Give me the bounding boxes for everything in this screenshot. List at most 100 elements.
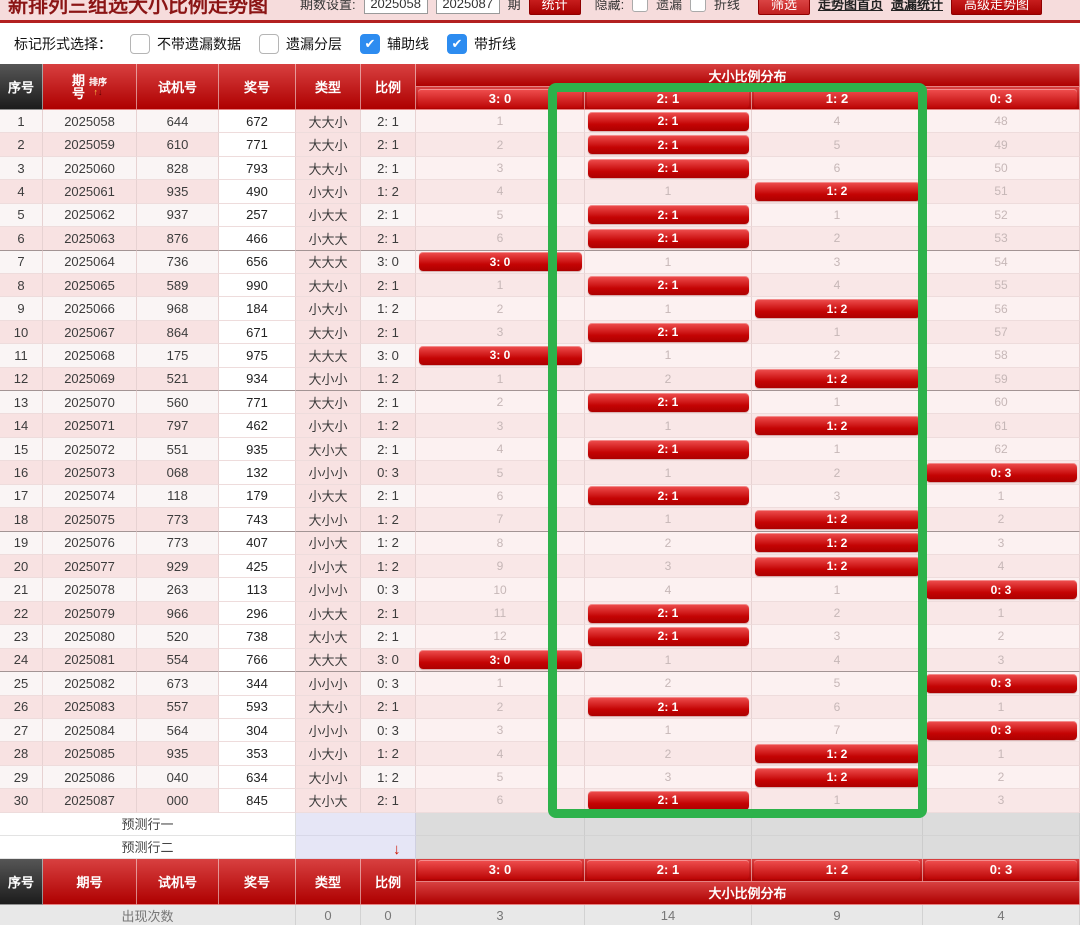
omission-count: 2 [497, 302, 504, 316]
dist-cell: 2 [923, 625, 1080, 648]
hide-omission-checkbox[interactable] [632, 0, 648, 12]
test-number-cell: 935 [137, 742, 219, 765]
omission-count: 2 [665, 536, 672, 550]
dist-cell: 3 [752, 485, 923, 508]
option-omission-layers[interactable]: ✔ 遗漏分层 [259, 34, 342, 54]
checkbox-icon[interactable]: ✔ [360, 34, 380, 54]
option-guide-lines[interactable]: ✔ 辅助线 [360, 34, 429, 54]
row-index-cell: 16 [0, 461, 43, 484]
header-period[interactable]: 期号 排序 ↑↓ [43, 64, 137, 110]
option-polyline[interactable]: ✔ 带折线 [447, 34, 516, 54]
ratio-pill: 1: 2 [755, 416, 920, 435]
sort-arrows-icon[interactable]: ↑↓ [94, 87, 103, 97]
omission-count: 1 [665, 723, 672, 737]
omission-count: 1 [497, 676, 504, 690]
dist-cell: 52 [923, 204, 1080, 227]
period-cell: 2025061 [43, 180, 137, 203]
dist-cell: 2: 1 [585, 110, 752, 133]
prize-number-cell: 672 [219, 110, 296, 133]
link-omission-stats[interactable]: 遗漏统计 [891, 0, 943, 13]
advanced-chart-button[interactable]: 高级走势图 [951, 0, 1042, 15]
test-number-cell: 864 [137, 321, 219, 344]
prize-number-cell: 353 [219, 742, 296, 765]
prize-number-cell: 990 [219, 274, 296, 297]
dist-cell: 53 [923, 227, 1080, 250]
prediction-dist-cell [416, 836, 585, 859]
omission-count: 61 [994, 419, 1007, 433]
omission-count: 62 [994, 442, 1007, 456]
ratio-pill: 1: 2 [755, 768, 920, 787]
dist-cell: 1 [752, 438, 923, 461]
omission-count: 2 [998, 512, 1005, 526]
dist-cell: 61 [923, 414, 1080, 437]
link-trend-home[interactable]: 走势图首页 [818, 0, 883, 13]
omission-count: 1 [834, 208, 841, 222]
type-cell: 大大大 [296, 649, 361, 672]
hide-line-label: 折线 [714, 0, 740, 13]
ratio-cell: 2: 1 [361, 204, 416, 227]
ratio-cell: 0: 3 [361, 578, 416, 601]
omission-count: 10 [493, 583, 506, 597]
hide-label: 隐藏: [595, 0, 625, 13]
omission-count: 1 [834, 793, 841, 807]
ratio-pill: 2: 1 [588, 205, 749, 224]
period-cell: 2025062 [43, 204, 137, 227]
checkbox-icon[interactable]: ✔ [447, 34, 467, 54]
row-index-cell: 11 [0, 344, 43, 367]
ratio-cell: 2: 1 [361, 438, 416, 461]
period-unit-label: 期 [508, 0, 521, 13]
option-no-omission-label: 不带遗漏数据 [157, 34, 241, 54]
dist-cell: 2 [585, 672, 752, 695]
table-row: 212025078263113小小小0: 310410: 3 [0, 578, 1080, 601]
test-number-cell: 551 [137, 438, 219, 461]
period-from-input[interactable] [364, 0, 428, 14]
prize-number-cell: 934 [219, 368, 296, 391]
dist-cell: 54 [923, 251, 1080, 274]
omission-count: 1 [998, 700, 1005, 714]
period-settings-label: 期数设置: [300, 0, 356, 13]
dist-cell: 3: 0 [416, 649, 585, 672]
dist-cell: 7 [752, 719, 923, 742]
ratio-cell: 3: 0 [361, 649, 416, 672]
prize-number-cell: 766 [219, 649, 296, 672]
table-row: 82025065589990大大小2: 112: 1455 [0, 274, 1080, 297]
dist-cell: 5 [416, 204, 585, 227]
dist-cell: 1 [585, 251, 752, 274]
prize-number-cell: 743 [219, 508, 296, 531]
table-row: 72025064736656大大大3: 03: 01354 [0, 251, 1080, 274]
omission-count: 3 [998, 653, 1005, 667]
dist-cell: 5 [752, 133, 923, 156]
omission-count: 1 [665, 184, 672, 198]
sort-control[interactable]: 排序 ↑↓ [89, 77, 107, 97]
prediction-input-cell[interactable] [296, 813, 416, 836]
row-index-cell: 6 [0, 227, 43, 250]
ratio-cell: 2: 1 [361, 789, 416, 812]
prize-number-cell: 466 [219, 227, 296, 250]
ratio-cell: 2: 1 [361, 696, 416, 719]
omission-count: 1 [497, 372, 504, 386]
omission-count: 2 [834, 348, 841, 362]
test-number-cell: 520 [137, 625, 219, 648]
hide-line-checkbox[interactable] [690, 0, 706, 12]
dist-cell: 2: 1 [585, 321, 752, 344]
checkbox-icon[interactable]: ✔ [130, 34, 150, 54]
dist-cell: 4 [416, 438, 585, 461]
row-index-cell: 24 [0, 649, 43, 672]
ratio-pill: 2: 1 [588, 159, 749, 178]
dist-cell: 2 [752, 227, 923, 250]
period-cell: 2025087 [43, 789, 137, 812]
type-cell: 小小小 [296, 719, 361, 742]
scroll-down-arrow-icon[interactable]: ↓ [393, 841, 401, 858]
filter-button[interactable]: 筛选 [758, 0, 810, 15]
type-cell: 大小大 [296, 625, 361, 648]
dist-cell: 3 [923, 532, 1080, 555]
test-number-cell: 966 [137, 602, 219, 625]
checkbox-icon[interactable]: ✔ [259, 34, 279, 54]
option-no-omission[interactable]: ✔ 不带遗漏数据 [130, 34, 241, 54]
period-to-input[interactable] [436, 0, 500, 14]
omission-count: 8 [497, 536, 504, 550]
dist-cell: 2: 1 [585, 696, 752, 719]
table-row: 62025063876466小大大2: 162: 1253 [0, 227, 1080, 250]
stats-button[interactable]: 统计 [529, 0, 581, 15]
period-cell: 2025069 [43, 368, 137, 391]
